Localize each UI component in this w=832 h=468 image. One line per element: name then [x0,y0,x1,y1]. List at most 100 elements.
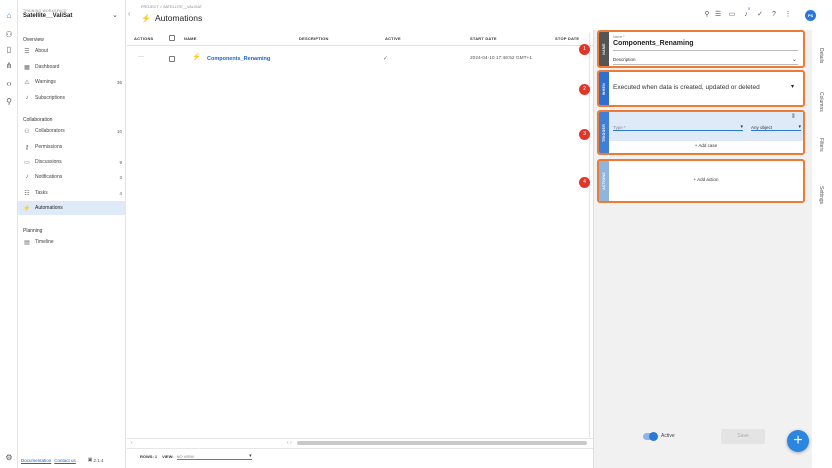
more-vertical-icon[interactable]: ⋮ [783,10,793,20]
scroll-left-icon[interactable]: ‹ [131,440,133,446]
org-icon[interactable]: ⚇ [3,29,15,41]
sidebar-item-label: Collaborators [35,128,65,134]
description-input[interactable] [613,64,798,65]
sidebar-item-tasks[interactable]: ☷ Tasks 4 [18,186,126,200]
section-collaboration: Collaboration [23,117,53,123]
sidebar-item-label: Automations [35,205,63,211]
home-icon[interactable]: ⌂ [3,10,15,22]
columns-icon[interactable]: ⦀ [792,114,795,121]
name-section: NAME Name * Components_Renaming Descript… [597,30,805,68]
breadcrumb-text[interactable]: PROJECT > SATELLITE__VALISAT [141,5,202,9]
actions-section: ACTIONS + Add action [597,159,805,203]
name-input[interactable]: Components_Renaming [613,40,798,51]
search-icon[interactable]: ⚲ [702,10,712,20]
page-title: Automations [154,13,203,23]
avatar[interactable]: PS [805,10,816,21]
chevron-down-icon[interactable]: ⌄ [112,11,118,19]
object-select[interactable]: Any object ▾ [751,124,801,131]
version-text: 2.1.4 [93,457,104,463]
step-badge-2: 2 [579,84,590,95]
name-band: NAME [599,32,609,66]
sidebar-item-dashboard[interactable]: ▦ Dashboard [18,60,126,74]
bell-icon: ♪ [25,95,29,101]
sidebar-item-permissions[interactable]: ⚷ Permissions [18,140,126,154]
sidebar: TRAINING WORKSPACE Satellite__ValiSat ⌄ … [18,0,126,468]
dropdown-arrow-icon: ▾ [249,453,252,459]
add-fab-button[interactable]: + [787,430,809,452]
column-description[interactable]: DESCRIPTION [299,36,329,41]
info-list-icon: ☰ [24,48,30,55]
add-case-button[interactable]: + Add case [609,143,803,148]
trigger-section: TRIGGER ⦀ Type * ▾ Any object ▾ + Add ca… [597,110,805,155]
contact-link[interactable]: Contact us [54,458,76,463]
chat-icon[interactable]: ▭ [727,10,737,20]
sidebar-item-label: Subscriptions [35,95,66,101]
documentation-link[interactable]: Documentation [21,458,51,463]
section-planning: Planning [23,228,43,234]
view-label: VIEW: [162,454,174,459]
help-icon[interactable]: ? [769,10,779,20]
row-actions-menu[interactable]: ··· [138,54,144,60]
collaborators-count: 10 [116,128,122,134]
view-select[interactable]: NO VIEW ▾ [176,453,252,460]
code-icon[interactable]: ‹› [3,78,15,90]
column-actions[interactable]: ACTIONS [134,36,153,41]
when-band: WHEN [599,72,609,105]
dropdown-arrow-icon: ▾ [740,124,743,130]
view-select-value: NO VIEW [176,453,194,459]
sidebar-item-warnings[interactable]: ⚠ Warnings 36 [18,75,126,89]
clipboard-icon[interactable]: ▯ [3,44,15,56]
sidebar-item-notifications[interactable]: ♪ Notifications 3 [18,170,126,184]
sidebar-item-label: Discussions [35,159,62,165]
notification-count: 5 [748,6,751,11]
step-badge-1: 1 [579,44,590,55]
breadcrumb: PROJECT > SATELLITE__VALISAT [141,5,202,9]
filter-list-icon[interactable]: ☰ [713,10,723,20]
column-active[interactable]: ACTIVE [385,36,401,41]
dropdown-arrow-icon: ▾ [798,124,801,130]
row-checkbox[interactable] [169,56,175,62]
sidebar-item-timeline[interactable]: ▤ Timeline [18,235,126,249]
active-toggle[interactable] [643,432,658,441]
sidebar-item-collaborators[interactable]: ⚇ Collaborators 10 [18,124,126,138]
when-select[interactable]: Executed when data is created, updated o… [613,84,798,91]
automation-name-link[interactable]: Components_Renaming [207,56,270,62]
check-circle-icon[interactable]: ✓ [755,10,765,20]
table-scrollbar-track[interactable] [589,33,590,438]
column-stop-date[interactable]: STOP DATE [555,36,579,41]
horizontal-scroll-thumb[interactable] [297,441,587,445]
add-action-button[interactable]: + Add action [609,177,803,182]
table-row[interactable]: ··· ⚡ Components_Renaming ✓ 2024-04-10 1… [127,50,593,68]
sidebar-item-label: Warnings [35,79,56,85]
expand-description-icon[interactable]: ⌄ [792,56,797,63]
object-value: Any object [751,124,773,130]
sidebar-footer: Documentation Contact us ▣ 2.1.4 [0,452,126,468]
magic-wand-icon: ⚡ [141,13,151,23]
sidebar-item-subscriptions[interactable]: ♪ Subscriptions [18,91,126,105]
table-footer: ROWS: 1 VIEW: NO VIEW ▾ [127,448,593,464]
step-badge-3: 3 [579,129,590,140]
sidebar-item-automations[interactable]: ⚡ Automations [18,201,126,215]
automation-detail-panel: NAME Name * Components_Renaming Descript… [579,30,812,468]
panel-footer: Active Save [593,425,812,449]
type-select[interactable]: Type * ▾ [613,124,743,131]
discussions-count: 9 [119,159,122,165]
link-icon[interactable]: ⚲ [3,96,15,108]
column-start-date[interactable]: START DATE [470,36,497,41]
bell-icon[interactable]: ♪ [741,10,751,20]
workspace-switcher[interactable]: TRAINING WORKSPACE Satellite__ValiSat [23,9,72,19]
hierarchy-icon[interactable]: ⋔ [3,60,15,72]
select-all-checkbox[interactable] [169,35,175,41]
column-name[interactable]: NAME [184,36,197,41]
sidebar-item-about[interactable]: ☰ About [18,44,126,58]
step-badge-4: 4 [579,177,590,188]
save-button[interactable]: Save [721,429,765,444]
scroll-divider-icon[interactable]: ‹ › [287,440,292,446]
warnings-count: 36 [116,79,122,85]
dropdown-arrow-icon[interactable]: ▾ [791,83,794,90]
trigger-band: TRIGGER [599,112,609,153]
sidebar-item-discussions[interactable]: ▭ Discussions 9 [18,155,126,169]
type-placeholder: Type * [613,124,626,130]
horizontal-scrollbar[interactable]: ‹ ‹ › [127,438,593,446]
icon-rail: ⌂ ⚇ ▯ ⋔ ‹› ⚲ ⚙ [0,0,18,468]
